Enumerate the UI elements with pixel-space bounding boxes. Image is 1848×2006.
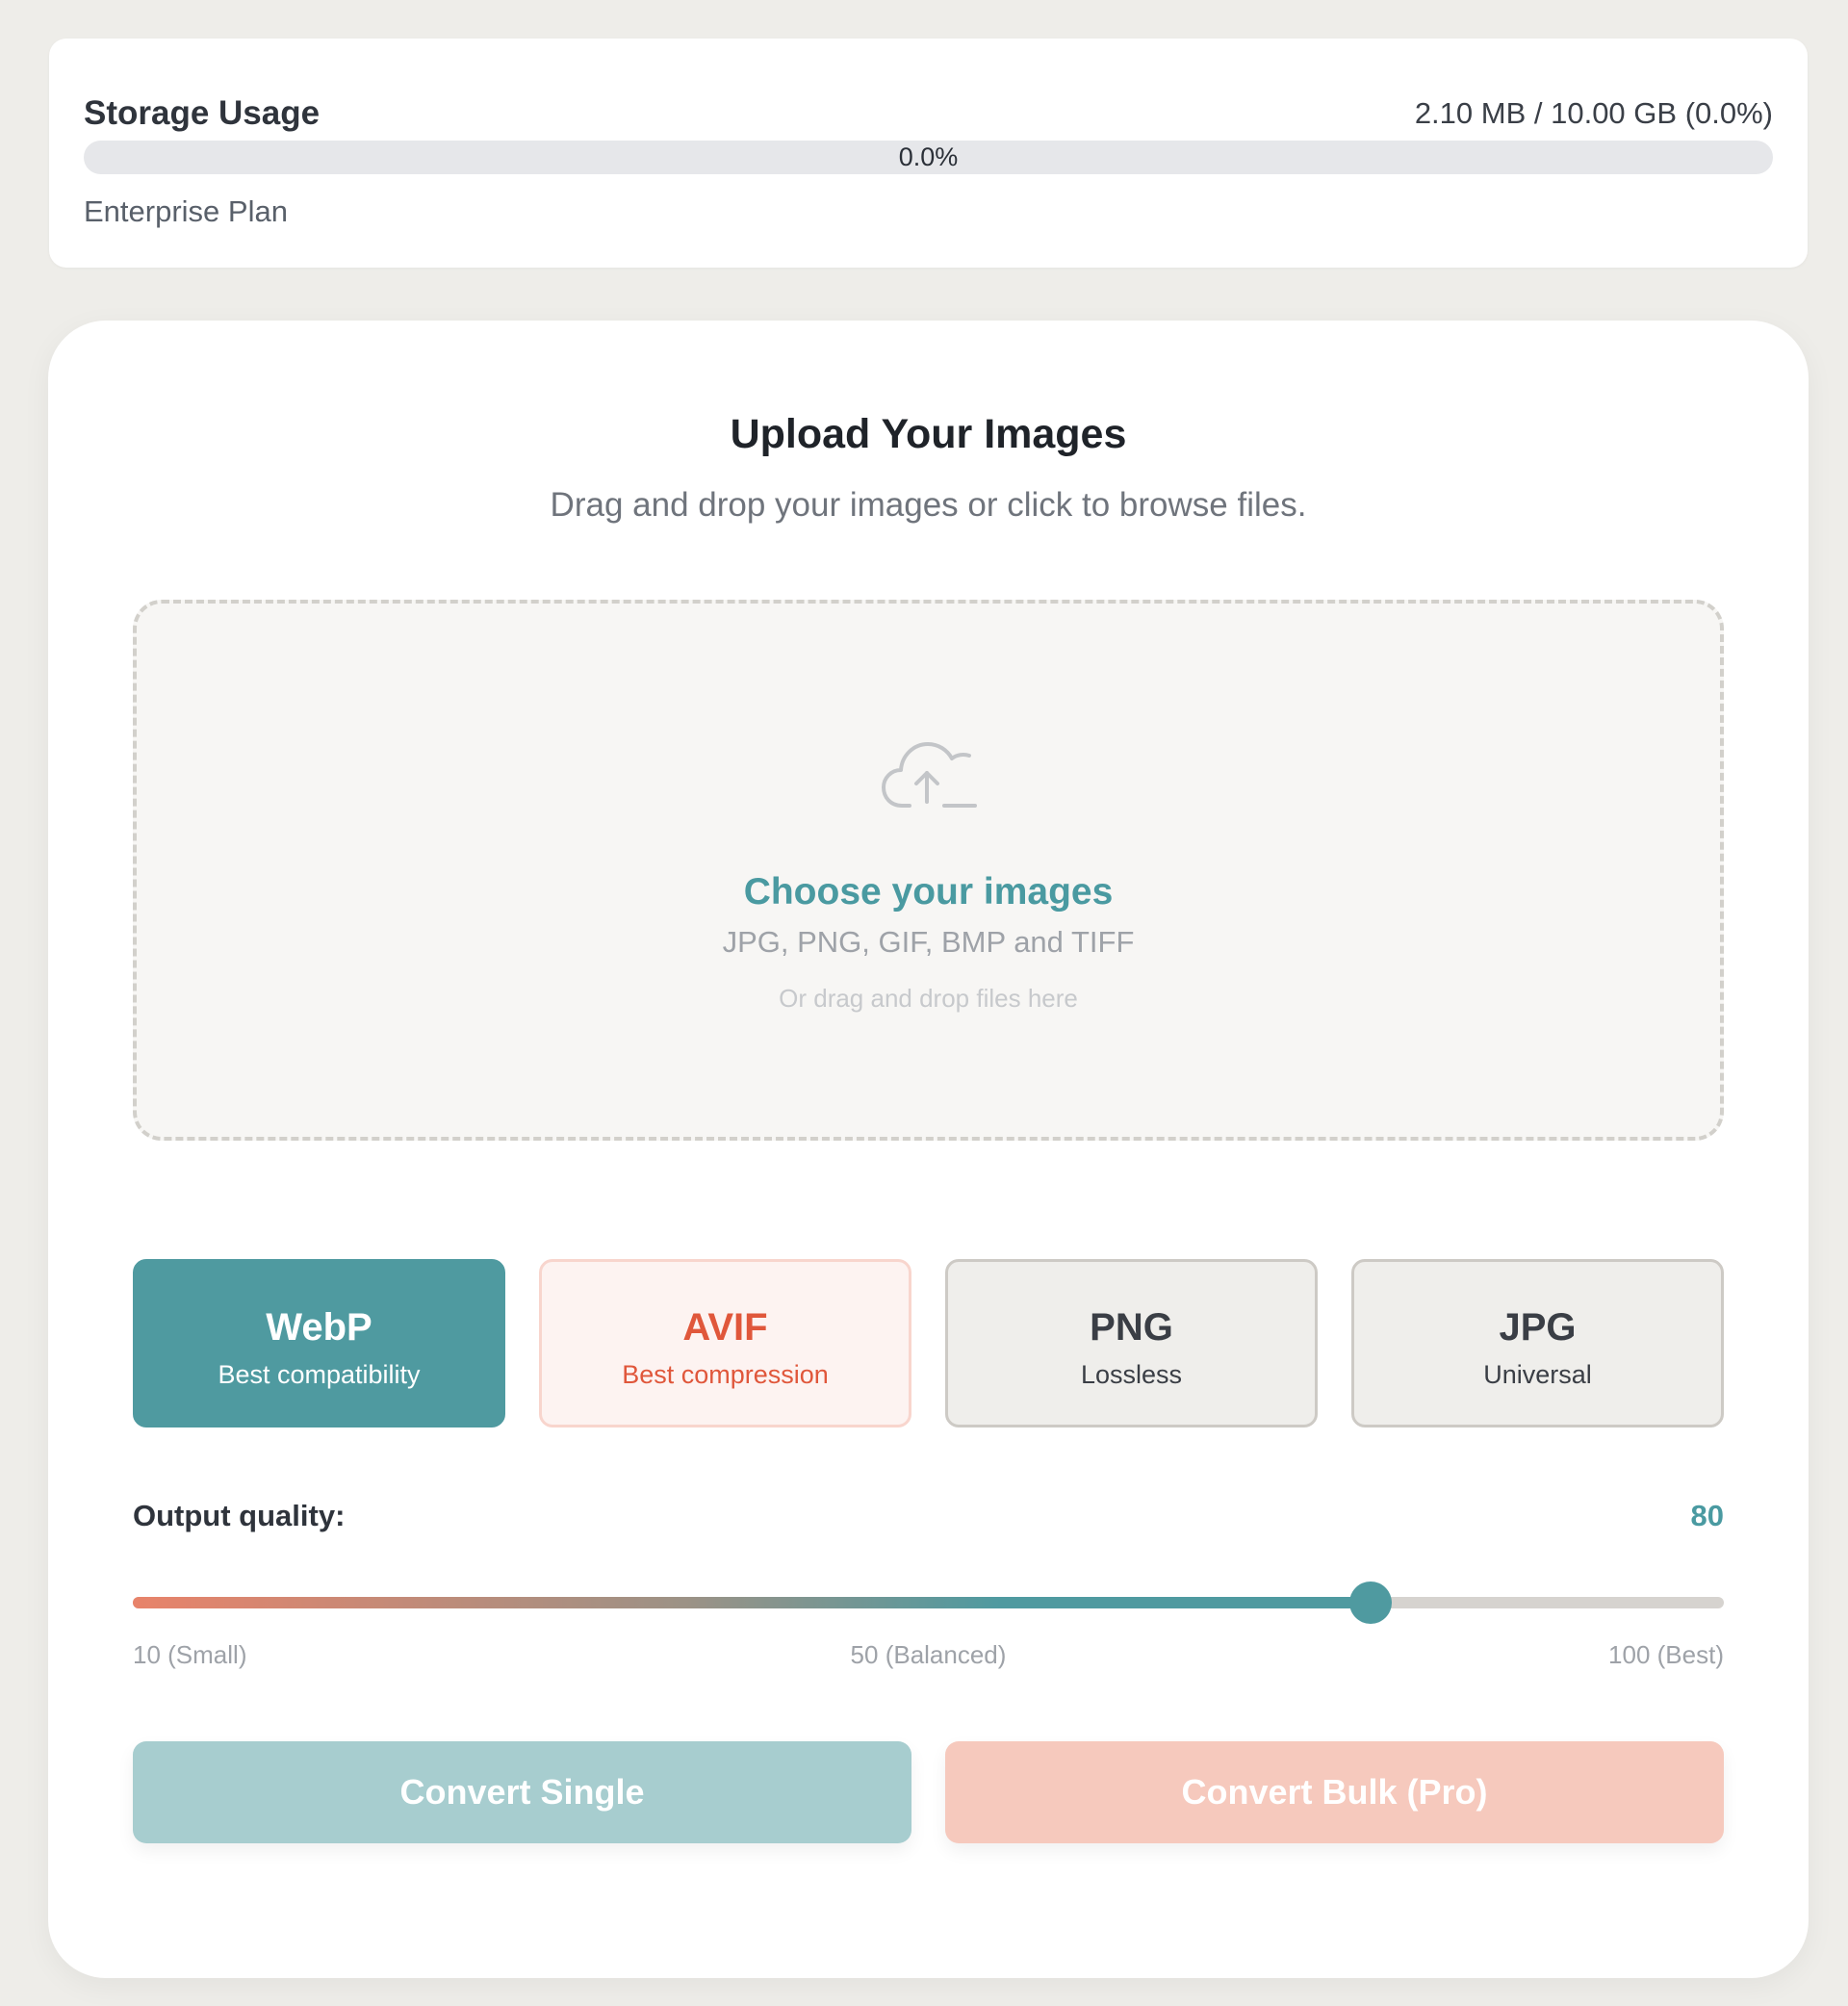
- format-name: AVIF: [682, 1306, 768, 1349]
- format-desc: Lossless: [1080, 1360, 1183, 1389]
- format-option-avif[interactable]: AVIF Best compression: [539, 1259, 911, 1427]
- quality-tick-mid: 50 (Balanced): [850, 1640, 1007, 1669]
- format-desc: Best compatibility: [218, 1360, 421, 1389]
- storage-usage-card: Storage Usage 2.10 MB / 10.00 GB (0.0%) …: [49, 39, 1808, 268]
- upload-card: Upload Your Images Drag and drop your im…: [48, 321, 1809, 1978]
- convert-bulk-button[interactable]: Convert Bulk (Pro): [945, 1741, 1724, 1843]
- quality-slider[interactable]: [133, 1582, 1724, 1624]
- quality-label: Output quality:: [133, 1499, 346, 1532]
- format-desc: Best compression: [622, 1360, 829, 1389]
- file-dropzone[interactable]: Choose your images JPG, PNG, GIF, BMP an…: [133, 600, 1724, 1141]
- upload-subtitle: Drag and drop your images or click to br…: [550, 486, 1307, 524]
- storage-amount: 2.10 MB / 10.00 GB (0.0%): [1414, 96, 1773, 130]
- cloud-upload-icon: [881, 742, 977, 808]
- format-option-jpg[interactable]: JPG Universal: [1351, 1259, 1724, 1427]
- storage-progress-bar: 0.0%: [84, 141, 1773, 174]
- quality-tick-max: 100 (Best): [1608, 1640, 1724, 1669]
- format-option-webp[interactable]: WebP Best compatibility: [133, 1259, 505, 1427]
- convert-single-button[interactable]: Convert Single: [133, 1741, 911, 1843]
- quality-slider-fill: [133, 1597, 1371, 1608]
- dropzone-formats: JPG, PNG, GIF, BMP and TIFF: [722, 925, 1135, 959]
- format-name: WebP: [266, 1306, 372, 1349]
- format-desc: Universal: [1483, 1360, 1592, 1389]
- quality-value: 80: [1690, 1499, 1724, 1532]
- quality-slider-thumb[interactable]: [1348, 1582, 1392, 1624]
- format-name: JPG: [1499, 1306, 1577, 1349]
- dropzone-hint: Or drag and drop files here: [779, 984, 1078, 1013]
- upload-title: Upload Your Images: [730, 411, 1127, 457]
- format-option-png[interactable]: PNG Lossless: [945, 1259, 1318, 1427]
- format-name: PNG: [1090, 1306, 1173, 1349]
- plan-name: Enterprise Plan: [84, 194, 288, 228]
- storage-title: Storage Usage: [84, 94, 321, 132]
- dropzone-title[interactable]: Choose your images: [137, 868, 1720, 916]
- storage-progress-label: 0.0%: [898, 142, 959, 171]
